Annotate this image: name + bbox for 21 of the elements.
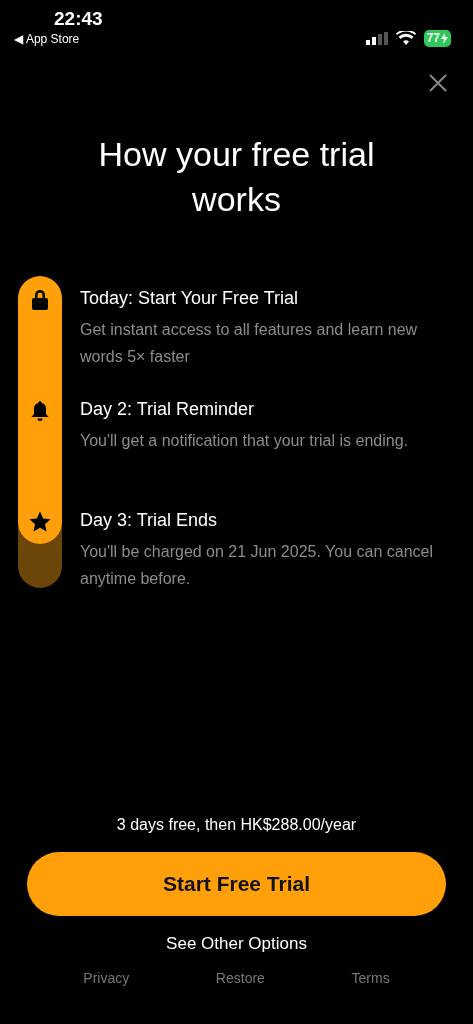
back-to-app-link[interactable]: ◀ App Store (14, 32, 80, 46)
page-title: How your free trial works (97, 134, 376, 220)
other-options-link[interactable]: See Other Options (166, 934, 307, 954)
start-trial-button[interactable]: Start Free Trial (27, 852, 446, 916)
step-title: Day 2: Trial Reminder (80, 398, 256, 421)
step-description: You'll get a notification that your trial is ending. (80, 431, 409, 451)
battery-indicator: 77 (423, 29, 451, 47)
wifi-icon (395, 31, 416, 45)
step-title: Today: Start Your Free Trial (80, 287, 300, 310)
footer-link[interactable]: Privacy (83, 970, 130, 986)
footer-link[interactable]: Restore (215, 970, 265, 986)
status-time: 22:43 (54, 8, 103, 30)
step-title: Day 3: Trial Ends (80, 509, 219, 532)
step-description: You'll be charged on 21 Jun 2025. You can cancel anytime before. (80, 542, 434, 589)
star-icon (28, 510, 52, 534)
signal-icon (365, 31, 388, 45)
footer-link[interactable]: Terms (351, 970, 390, 986)
close-icon[interactable] (429, 74, 447, 92)
step-description: Get instant access to all features and learn new words 5× faster (80, 320, 419, 367)
charging-bolt-icon (441, 32, 448, 44)
price-note: 3 days free, then HK$288.00/year (115, 816, 358, 834)
